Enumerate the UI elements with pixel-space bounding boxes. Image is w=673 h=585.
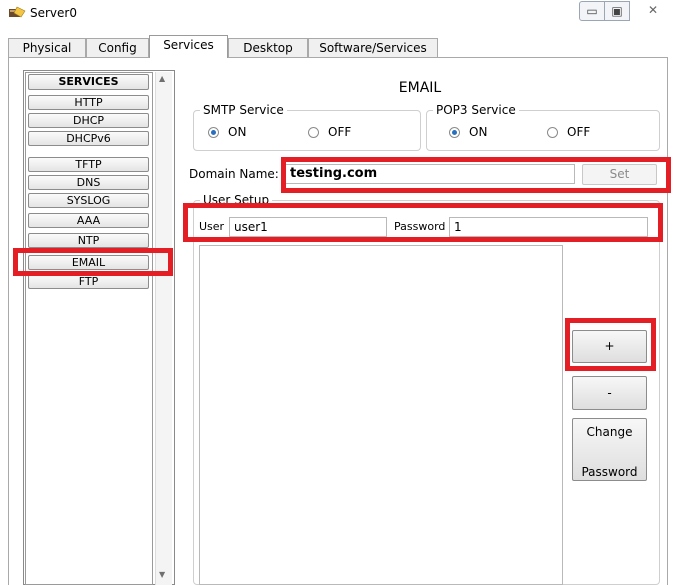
services-scrollbar[interactable]: ▲ ▼ <box>155 72 172 585</box>
user-input[interactable]: user1 <box>229 217 387 237</box>
maximize-button[interactable]: ▣ <box>604 1 630 21</box>
domain-name-input[interactable]: testing.com <box>285 164 575 184</box>
pop3-off-label: OFF <box>567 125 591 139</box>
smtp-service-group: SMTP Service ON OFF <box>193 102 421 151</box>
radio-selected-icon <box>208 126 219 138</box>
user-setup-legend: User Setup <box>200 192 273 208</box>
services-list <box>25 72 153 585</box>
password-input[interactable]: 1 <box>449 217 648 237</box>
service-aaa-button[interactable]: AAA <box>28 213 149 228</box>
smtp-off-label: OFF <box>328 125 352 139</box>
radio-unselected-icon <box>547 126 558 138</box>
domain-name-label: Domain Name: <box>189 167 279 181</box>
remove-user-button[interactable]: - <box>572 376 647 410</box>
set-domain-button[interactable]: Set <box>582 164 657 185</box>
service-dhcp-button[interactable]: DHCP <box>28 113 149 128</box>
user-list[interactable] <box>199 245 563 585</box>
scroll-down-icon[interactable]: ▼ <box>159 570 165 579</box>
user-label: User <box>199 220 225 233</box>
tab-desktop[interactable]: Desktop <box>228 38 308 57</box>
tab-config[interactable]: Config <box>86 38 149 57</box>
minimize-button[interactable]: ▭ <box>579 1 605 21</box>
pop3-service-group: POP3 Service ON OFF <box>426 102 660 151</box>
change-password-button[interactable]: Change Password <box>572 418 647 481</box>
smtp-on-label: ON <box>228 125 247 139</box>
pop3-on-radio[interactable]: ON <box>449 125 487 139</box>
change-password-line1: Change <box>586 425 633 439</box>
title-bar <box>0 0 673 30</box>
services-header-button[interactable]: SERVICES <box>28 74 149 90</box>
tab-bar: Physical Config Services Desktop Softwar… <box>8 35 668 58</box>
smtp-off-radio[interactable]: OFF <box>308 125 351 139</box>
service-dns-button[interactable]: DNS <box>28 175 149 190</box>
tab-services[interactable]: Services <box>149 35 228 58</box>
service-email-button[interactable]: EMAIL <box>28 255 149 270</box>
service-http-button[interactable]: HTTP <box>28 95 149 110</box>
pop3-service-legend: POP3 Service <box>433 102 519 118</box>
change-password-line2: Password <box>581 465 638 479</box>
smtp-on-radio[interactable]: ON <box>208 125 246 139</box>
service-tftp-button[interactable]: TFTP <box>28 157 149 172</box>
radio-unselected-icon <box>308 126 319 138</box>
server-app-icon <box>8 5 26 19</box>
pop3-on-label: ON <box>469 125 488 139</box>
smtp-service-legend: SMTP Service <box>200 102 287 118</box>
scroll-up-icon[interactable]: ▲ <box>159 74 165 83</box>
tab-physical[interactable]: Physical <box>8 38 86 57</box>
service-ftp-button[interactable]: FTP <box>28 274 149 289</box>
tab-software-services[interactable]: Software/Services <box>308 38 438 57</box>
service-ntp-button[interactable]: NTP <box>28 233 149 248</box>
service-dhcpv6-button[interactable]: DHCPv6 <box>28 131 149 146</box>
password-label: Password <box>394 220 446 233</box>
add-user-button[interactable]: + <box>572 330 647 363</box>
service-syslog-button[interactable]: SYSLOG <box>28 193 149 208</box>
close-button[interactable]: ✕ <box>640 1 666 21</box>
email-title: EMAIL <box>398 80 442 96</box>
radio-selected-icon <box>449 126 460 138</box>
pop3-off-radio[interactable]: OFF <box>547 125 590 139</box>
window-title: Server0 <box>30 6 77 20</box>
